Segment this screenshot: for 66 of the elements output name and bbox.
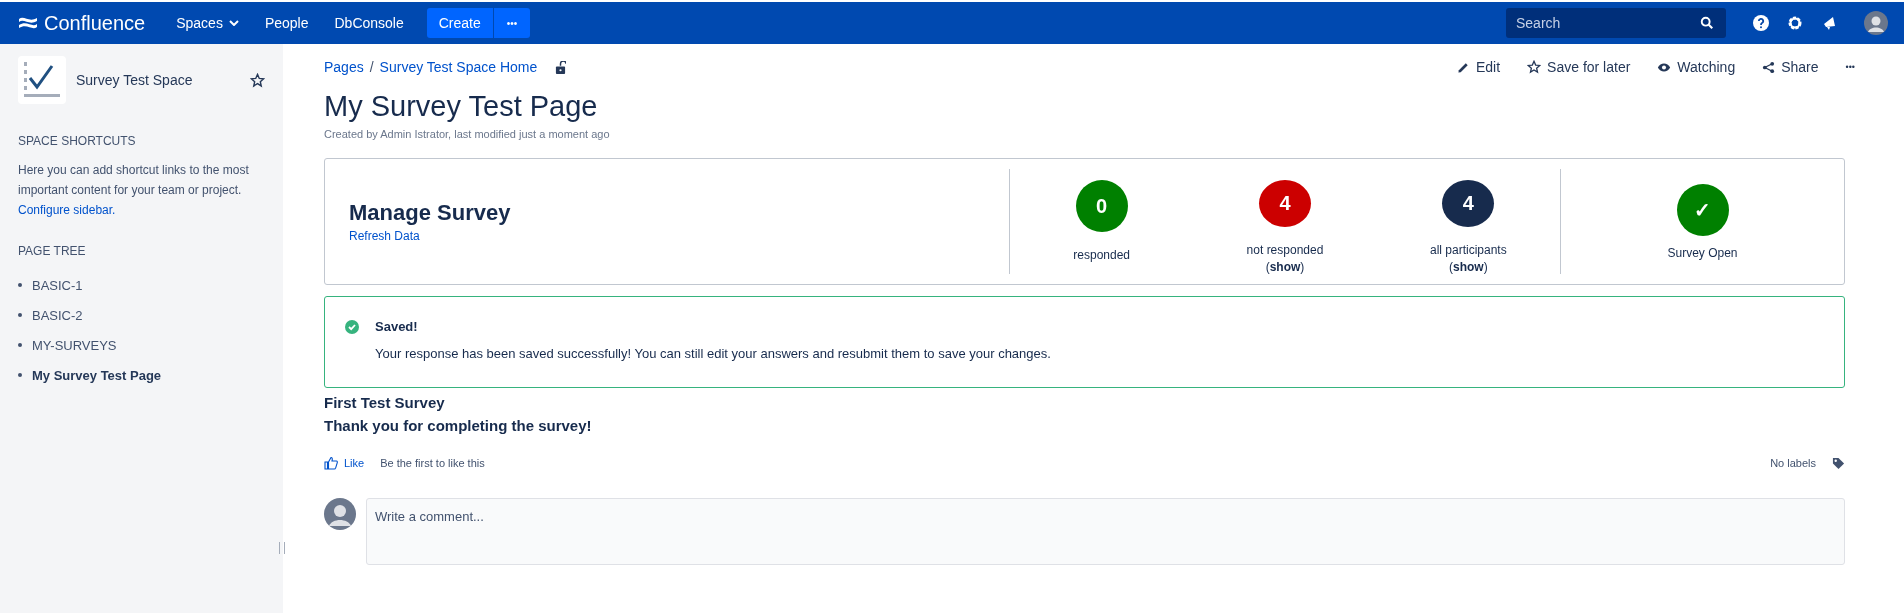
stat-label: responded [1073,248,1130,262]
like-status: Be the first to like this [380,457,485,469]
stat-label: all participants [1429,243,1507,257]
shortcuts-description: Here you can add shortcut links to the most important content for your team or project. Configure sidebar. [18,162,250,219]
settings-icon[interactable] [1787,15,1803,31]
page-tree-item[interactable]: BASIC-2 [32,307,83,323]
checklist-icon[interactable] [18,56,66,104]
resize-handle[interactable] [279,542,285,554]
status-badge: ✓ [1676,183,1729,236]
nav-link[interactable]: Spaces [176,15,239,31]
count-badge: 4 [1442,180,1495,227]
confluence-logo[interactable]: Confluence [18,11,146,35]
section-heading: PAGE TREE [18,244,87,258]
unlock-icon[interactable] [555,60,567,74]
page-tree-item[interactable]: MY-SURVEYS [32,337,117,353]
survey-text: Thank you for completing the survey! [324,417,593,434]
comment-field[interactable]: Write a comment... [366,498,1845,565]
configure-sidebar-link[interactable]: Configure sidebar. [18,203,116,217]
nav-link[interactable]: People [264,15,309,31]
count-badge: 4 [1259,180,1311,227]
star-icon[interactable] [250,72,265,88]
message-title: Saved! [375,319,419,334]
message-text: Your response has been saved successfully! You can still edit your answers and resubmit them to save your changes. [375,346,1051,361]
labels-status: No labels [1770,457,1816,469]
page-action[interactable]: Edit [1456,59,1501,75]
page-action[interactable]: Share [1762,59,1819,75]
nav-link[interactable]: DbConsole [334,15,404,31]
bullet-icon [18,373,22,377]
page-title: My Survey Test Page [324,90,599,123]
page-tree-item[interactable]: BASIC-1 [32,277,83,293]
count-badge: 0 [1075,180,1128,232]
star-icon [1527,60,1542,74]
share-icon [1762,60,1776,74]
stat-label: not responded [1246,243,1324,257]
section-heading: SPACE SHORTCUTS [18,134,137,148]
bullet-icon [18,283,22,287]
breadcrumb-separator: / [369,59,374,75]
megaphone-icon[interactable] [1821,15,1837,31]
like-button[interactable]: Like [324,456,365,470]
page-tree-item[interactable]: My Survey Test Page [32,367,162,383]
page-byline: Created by Admin Istrator, last modified just a moment ago [324,128,611,140]
create-button[interactable]: Create [426,8,493,38]
page-action[interactable]: Save for later [1527,59,1631,75]
thumbs-up-icon [324,456,338,470]
survey-text: First Test Survey [324,394,446,411]
user-avatar [324,498,356,530]
search-icon[interactable] [1700,16,1714,30]
eye-icon [1657,61,1672,73]
page-action[interactable]: ••• [1845,62,1855,72]
show-link[interactable]: (show) [1265,260,1305,274]
survey-title: Manage Survey [349,199,512,226]
bullet-icon [18,343,22,347]
tag-icon[interactable] [1832,456,1845,470]
check-circle-icon [345,320,359,334]
bullet-icon [18,313,22,317]
breadcrumb-link[interactable]: Survey Test Space Home [379,59,538,75]
status-label: Survey Open [1667,245,1738,260]
space-name[interactable]: Survey Test Space [76,72,240,88]
refresh-data-link[interactable]: Refresh Data [349,228,420,243]
help-icon[interactable] [1753,15,1769,31]
show-link[interactable]: (show) [1448,260,1488,274]
more-button[interactable]: ••• [493,8,531,38]
page-action[interactable]: Watching [1657,59,1736,75]
user-avatar[interactable] [1864,11,1888,35]
breadcrumb-link[interactable]: Pages [324,59,364,75]
search-field[interactable]: Search [1506,8,1726,38]
